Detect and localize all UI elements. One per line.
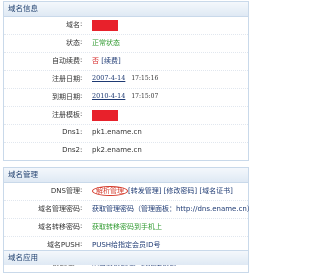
dns1-value: pk1.ename.cn — [92, 128, 142, 136]
register-time: 17:15:16 — [131, 75, 159, 82]
get-transfer-password-link[interactable]: 获取转移密码到手机上 — [92, 222, 162, 232]
row-transfer-password: 域名转移密码: 获取转移密码到手机上 — [4, 219, 248, 237]
row-status: 状态: 正常状态 — [4, 35, 248, 53]
row-dns1: Dns1: pk1.ename.cn — [4, 125, 248, 143]
label-transfer-password: 域名转移密码 — [38, 223, 80, 231]
renew-link[interactable]: [续费] — [101, 57, 120, 65]
redacted-domain-name — [92, 20, 118, 31]
label-domain: 域名 — [66, 21, 80, 29]
domain-info-panel: 域名信息 域名: 状态: 正常状态 自动续费: 否 [续费] 注册日期: 200… — [3, 1, 249, 161]
domain-manage-header: 域名管理 — [4, 168, 248, 183]
row-domain: 域名: — [4, 17, 248, 35]
label-template: 注册模板 — [52, 111, 80, 119]
label-register-date: 注册日期 — [52, 75, 80, 83]
domain-app-panel: 域名应用 — [3, 250, 249, 265]
register-date: 2007-4-14 — [92, 74, 126, 82]
row-auto-renew: 自动续费: 否 [续费] — [4, 53, 248, 71]
domain-info-header: 域名信息 — [4, 2, 248, 17]
dns2-value: pk2.ename.cn — [92, 146, 142, 154]
domain-app-header: 域名应用 — [4, 251, 248, 265]
row-dns2: Dns2: pk2.ename.cn — [4, 143, 248, 160]
get-manage-password-link[interactable]: 获取管理密码（管理面板：http://dns.ename.cn） — [92, 204, 254, 214]
dns-other-links[interactable]: [转发管理] [修改密码] [域名证书] — [128, 187, 233, 195]
label-expire-date: 到期日期 — [52, 93, 80, 101]
status-value: 正常状态 — [92, 39, 120, 47]
label-dns-manage: DNS管理 — [50, 187, 80, 195]
row-template: 注册模板: — [4, 107, 248, 125]
resolve-manage-link[interactable]: 解析管理 — [92, 186, 128, 196]
push-link[interactable]: PUSH给指定会员ID号 — [92, 240, 161, 250]
label-auto-renew: 自动续费 — [52, 57, 80, 65]
row-dns-manage: DNS管理: 解析管理 [转发管理] [修改密码] [域名证书] — [4, 183, 248, 201]
auto-renew-value: 否 — [92, 57, 99, 65]
row-register-date: 注册日期: 2007-4-14 17:15:16 — [4, 71, 248, 89]
row-manage-password: 域名管理密码: 获取管理密码（管理面板：http://dns.ename.cn） — [4, 201, 254, 219]
expire-time: 17:15:07 — [131, 93, 159, 100]
label-dns1: Dns1 — [62, 128, 80, 136]
redacted-template — [92, 110, 118, 121]
label-manage-password: 域名管理密码 — [38, 205, 80, 213]
label-status: 状态 — [66, 39, 80, 47]
label-dns2: Dns2 — [62, 146, 80, 154]
label-push: 域名PUSH — [46, 241, 80, 249]
row-expire-date: 到期日期: 2010-4-14 17:15:07 — [4, 89, 248, 107]
expire-date: 2010-4-14 — [92, 92, 126, 100]
